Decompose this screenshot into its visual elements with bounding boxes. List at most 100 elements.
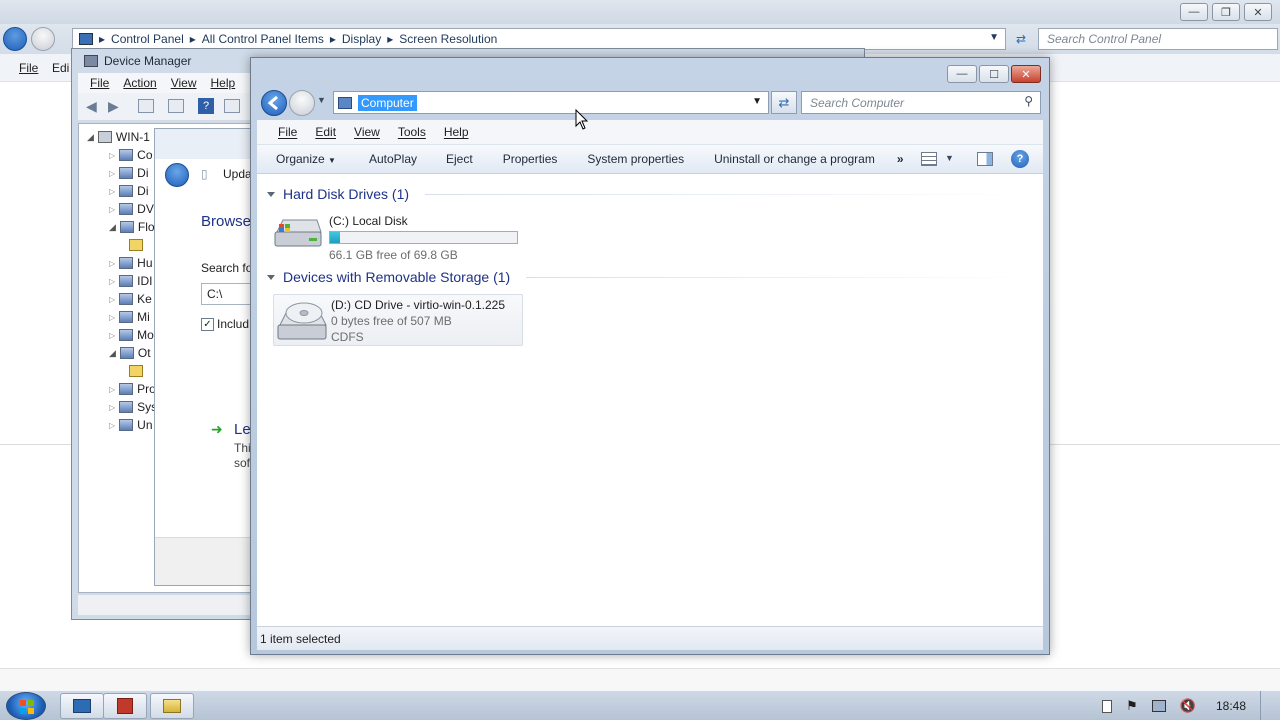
tree-expand-icon[interactable]: ▷ bbox=[109, 421, 115, 430]
tree-item[interactable]: ▷ Co bbox=[109, 146, 153, 164]
properties-button[interactable]: Properties bbox=[486, 152, 571, 166]
tree-expand-icon[interactable]: ▷ bbox=[109, 169, 115, 178]
explorer-maximize-button[interactable]: ☐ bbox=[979, 65, 1009, 83]
tree-item[interactable]: ◢ Flo bbox=[109, 218, 155, 236]
cp-menu-edit[interactable]: Edi bbox=[52, 61, 69, 75]
tray-document-icon[interactable] bbox=[1102, 699, 1113, 713]
explorer-search-input[interactable]: Search Computer ⚲ bbox=[801, 91, 1041, 114]
tree-expand-icon[interactable]: ▷ bbox=[109, 313, 115, 322]
tree-item[interactable]: ▷ Un bbox=[109, 416, 153, 434]
cp-refresh-icon[interactable]: ⇄ bbox=[1010, 28, 1032, 50]
cp-menu-file[interactable]: File bbox=[19, 61, 38, 75]
removable-group-header[interactable]: Devices with Removable Storage (1) bbox=[267, 269, 1033, 285]
organize-button[interactable]: Organize ▼ bbox=[257, 152, 349, 166]
taskbar-clock[interactable]: 18:48 bbox=[1216, 699, 1246, 713]
cp-address-dropdown-icon[interactable]: ▼ bbox=[989, 32, 999, 43]
tree-collapse-icon[interactable]: ◢ bbox=[109, 222, 116, 233]
tree-expand-icon[interactable]: ▷ bbox=[109, 151, 115, 160]
tree-item[interactable]: ▷ Hu bbox=[109, 254, 153, 272]
tree-expand-icon[interactable]: ▷ bbox=[109, 277, 115, 286]
breadcrumb-all-items[interactable]: All Control Panel Items bbox=[202, 32, 324, 46]
dm-scan-icon[interactable] bbox=[224, 99, 240, 113]
tree-item[interactable]: ▷ Pro bbox=[109, 380, 156, 398]
wizard-back-button[interactable] bbox=[165, 163, 189, 187]
tree-item[interactable]: ▷ IDI bbox=[109, 272, 153, 290]
cp-close-button[interactable]: ✕ bbox=[1244, 3, 1272, 21]
cp-address-bar[interactable]: ▸ Control Panel ▸ All Control Panel Item… bbox=[72, 28, 1006, 50]
taskbar-explorer-button[interactable] bbox=[150, 693, 194, 719]
explorer-forward-button[interactable] bbox=[289, 90, 315, 116]
uninstall-program-button[interactable]: Uninstall or change a program bbox=[697, 152, 888, 166]
start-button[interactable] bbox=[6, 692, 46, 720]
tree-item[interactable] bbox=[129, 236, 143, 254]
tree-expand-icon[interactable]: ▷ bbox=[109, 205, 115, 214]
dm-back-icon[interactable]: ◀ bbox=[86, 98, 97, 115]
explorer-minimize-button[interactable]: — bbox=[947, 65, 977, 83]
tree-expand-icon[interactable]: ▷ bbox=[109, 259, 115, 268]
menu-tools[interactable]: Tools bbox=[398, 125, 426, 139]
view-dropdown-icon[interactable]: ▼ bbox=[945, 153, 954, 163]
explorer-back-button[interactable] bbox=[261, 90, 287, 116]
tree-expand-icon[interactable]: ▷ bbox=[109, 187, 115, 196]
network-icon[interactable] bbox=[1151, 700, 1166, 712]
cp-back-button[interactable] bbox=[3, 27, 27, 51]
tree-item[interactable] bbox=[129, 362, 143, 380]
dm-list-icon[interactable] bbox=[168, 99, 184, 113]
dm-menu-action[interactable]: Action bbox=[123, 76, 156, 90]
group-collapse-icon[interactable] bbox=[267, 274, 275, 280]
tree-collapse-icon[interactable]: ◢ bbox=[87, 132, 94, 143]
volume-muted-icon[interactable]: 🔇 bbox=[1180, 698, 1196, 714]
include-subfolders-checkbox[interactable]: ✓ bbox=[201, 318, 214, 331]
eject-button[interactable]: Eject bbox=[430, 152, 486, 166]
more-commands-button[interactable]: » bbox=[888, 152, 917, 166]
menu-help[interactable]: Help bbox=[444, 125, 469, 139]
recent-pages-dropdown-icon[interactable]: ▼ bbox=[317, 95, 326, 105]
address-text[interactable]: Computer bbox=[358, 94, 417, 111]
dm-properties-icon[interactable] bbox=[138, 99, 154, 113]
action-center-flag-icon[interactable]: ⚑ bbox=[1126, 698, 1138, 714]
tree-expand-icon[interactable]: ▷ bbox=[109, 403, 115, 412]
tree-item[interactable]: ▷ Di bbox=[109, 182, 149, 200]
let-me-pick-link[interactable]: Le bbox=[234, 421, 251, 438]
tree-item[interactable]: ◢ Ot bbox=[109, 344, 151, 362]
dm-menu-help[interactable]: Help bbox=[211, 76, 236, 90]
breadcrumb-screen-resolution[interactable]: Screen Resolution bbox=[399, 32, 497, 46]
local-disk-item[interactable]: (C:) Local Disk 66.1 GB free of 69.8 GB bbox=[273, 210, 523, 262]
autoplay-button[interactable]: AutoPlay bbox=[349, 152, 430, 166]
preview-pane-icon[interactable] bbox=[977, 152, 993, 166]
show-desktop-button[interactable] bbox=[1260, 691, 1270, 720]
menu-file[interactable]: File bbox=[278, 125, 297, 139]
menu-edit[interactable]: Edit bbox=[315, 125, 336, 139]
cd-drive-item[interactable]: (D:) CD Drive - virtio-win-0.1.225 0 byt… bbox=[273, 294, 523, 346]
address-dropdown-icon[interactable]: ▼ bbox=[752, 96, 762, 107]
tree-item[interactable]: ▷ DV bbox=[109, 200, 154, 218]
dm-help-icon[interactable]: ? bbox=[198, 98, 214, 114]
system-properties-button[interactable]: System properties bbox=[570, 152, 697, 166]
cp-restore-button[interactable]: ❐ bbox=[1212, 3, 1240, 21]
dm-menu-file[interactable]: File bbox=[90, 76, 109, 90]
cp-forward-button[interactable] bbox=[31, 27, 55, 51]
tree-expand-icon[interactable]: ▷ bbox=[109, 331, 115, 340]
explorer-refresh-button[interactable]: ⇄ bbox=[771, 91, 797, 114]
tree-collapse-icon[interactable]: ◢ bbox=[109, 348, 116, 359]
tree-item[interactable]: ▷ Mi bbox=[109, 308, 150, 326]
dm-forward-icon[interactable]: ▶ bbox=[108, 98, 119, 115]
breadcrumb-display[interactable]: Display bbox=[342, 32, 381, 46]
cp-search-input[interactable]: Search Control Panel bbox=[1038, 28, 1278, 50]
group-collapse-icon[interactable] bbox=[267, 191, 275, 197]
breadcrumb-control-panel[interactable]: Control Panel bbox=[111, 32, 184, 46]
explorer-address-bar[interactable]: Computer ▼ bbox=[333, 91, 769, 114]
tree-item[interactable]: ▷ Mo bbox=[109, 326, 154, 344]
taskbar-remote-desktop-button[interactable] bbox=[60, 693, 104, 719]
tree-expand-icon[interactable]: ▷ bbox=[109, 385, 115, 394]
tree-expand-icon[interactable]: ▷ bbox=[109, 295, 115, 304]
change-view-icon[interactable] bbox=[921, 152, 937, 166]
tree-root[interactable]: ◢ WIN-1 bbox=[87, 128, 150, 146]
taskbar-device-manager-button[interactable] bbox=[103, 693, 147, 719]
dm-menu-view[interactable]: View bbox=[171, 76, 197, 90]
menu-view[interactable]: View bbox=[354, 125, 380, 139]
hdd-group-header[interactable]: Hard Disk Drives (1) bbox=[267, 186, 1033, 202]
help-icon[interactable]: ? bbox=[1011, 150, 1029, 168]
tree-item[interactable]: ▷ Di bbox=[109, 164, 149, 182]
tree-item[interactable]: ▷ Ke bbox=[109, 290, 152, 308]
